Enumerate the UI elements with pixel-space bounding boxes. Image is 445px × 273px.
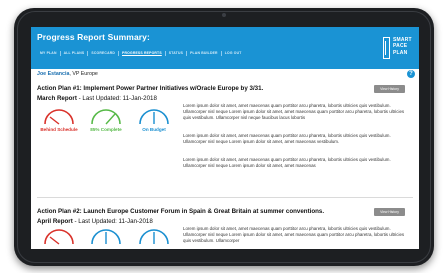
gauge-budget xyxy=(134,228,174,246)
help-icon[interactable]: ? xyxy=(407,70,415,78)
section-divider xyxy=(37,197,413,198)
gauge-icon xyxy=(44,229,74,245)
plan-notes: Lorem ipsum dolor sit amet, amet maecena… xyxy=(183,133,391,144)
main-nav: MY PLAN ALL PLANS SCORECARD PROGRESS REP… xyxy=(37,49,245,57)
gauge-label: Behind Schedule xyxy=(40,127,78,132)
brand-logo[interactable]: SMART PACE PLAN xyxy=(382,34,412,62)
plan-title: Action Plan #1: Implement Power Partner … xyxy=(37,85,264,92)
plan-title: Action Plan #2: Launch Europe Customer F… xyxy=(37,208,325,215)
gauge-icon xyxy=(139,229,169,245)
logo-text: SMART PACE PLAN xyxy=(393,37,412,56)
gauge-icon xyxy=(44,109,74,125)
user-bar: Joe Estancia, VP Europe ? xyxy=(31,69,419,80)
gauge-behind-schedule: Behind Schedule xyxy=(39,108,79,132)
gauge-icon xyxy=(91,109,121,125)
nav-scorecard[interactable]: SCORECARD xyxy=(88,51,118,55)
gauge-label: On Budget xyxy=(142,127,166,132)
action-plan-1: Action Plan #1: Implement Power Partner … xyxy=(37,85,413,189)
gauge-budget: On Budget xyxy=(134,108,174,132)
nav-all-plans[interactable]: ALL PLANS xyxy=(61,51,88,55)
view-history-button[interactable]: View History xyxy=(374,208,405,216)
plan-notes: Lorem ipsum dolor sit amet, amet maecena… xyxy=(183,226,405,243)
nav-my-plan[interactable]: MY PLAN xyxy=(37,51,60,55)
plan-report-date: April Report - Last Updated: 11-Jan-2018 xyxy=(37,218,153,225)
gauge-icon xyxy=(139,109,169,125)
camera-dot xyxy=(222,13,226,17)
logo-mark-icon xyxy=(383,37,390,59)
user-name: Joe Estancia, VP Europe xyxy=(37,71,98,77)
gauge-percent-complete: 85% Complete xyxy=(86,108,126,132)
nav-log-out[interactable]: LOG OUT xyxy=(222,51,245,55)
plan-report-date: March Report - Last Updated: 11-Jan-2018 xyxy=(37,95,157,102)
nav-plan-builder[interactable]: PLAN BUILDER xyxy=(187,51,221,55)
plan-notes: Lorem ipsum dolor sit amet, amet maecena… xyxy=(183,103,405,120)
action-plan-2: Action Plan #2: Launch Europe Customer F… xyxy=(37,208,413,249)
plan-notes: Lorem ipsum dolor sit amet, amet maecena… xyxy=(183,157,391,168)
view-history-button[interactable]: View History xyxy=(374,85,405,93)
app-header: Progress Report Summary: MY PLAN ALL PLA… xyxy=(31,27,419,69)
gauge-label: 85% Complete xyxy=(90,127,122,132)
gauge-icon xyxy=(91,229,121,245)
app-screen: Progress Report Summary: MY PLAN ALL PLA… xyxy=(31,27,419,249)
gauge-schedule xyxy=(39,228,79,246)
gauge-complete xyxy=(86,228,126,246)
nav-progress-reports[interactable]: PROGRESS REPORTS xyxy=(119,51,165,55)
page-title: Progress Report Summary: xyxy=(37,32,150,42)
nav-status[interactable]: STATUS xyxy=(166,51,186,55)
